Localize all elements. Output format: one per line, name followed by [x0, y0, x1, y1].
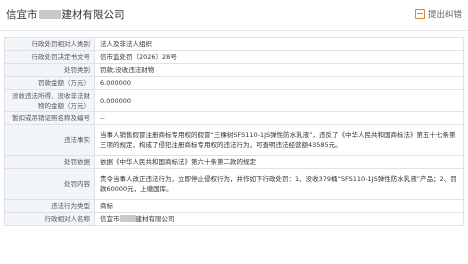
row-value: 法人及非法人组织	[94, 37, 464, 51]
table-row: 处罚内容 责令当事人改正违法行为，立即停止侵权行为，并作如下行政处罚：1、没收3…	[4, 168, 464, 200]
feedback-button[interactable]: 提出纠错	[414, 8, 462, 20]
row-key: 行政处罚决定书文号	[4, 50, 95, 64]
table-row: 违法行为类型 商标	[4, 199, 464, 213]
table-row: 处罚依据 依据《中华人民共和国商标法》第六十条第二款的规定	[4, 155, 464, 169]
table-row: 违法事实 当事人销售假冒注册商标专用权的假冒“三棵树SFS110-1JS弹性防水…	[4, 124, 464, 156]
redacted-name	[38, 10, 61, 19]
page-header: 信宜市 建材有限公司 提出纠错	[0, 0, 468, 31]
row-value: 信市监处罚〔2026〕28号	[94, 50, 464, 64]
row-value: 信宜市 建材有限公司	[94, 212, 464, 226]
row-value: 当事人销售假冒注册商标专用权的假冒“三棵树SFS110-1JS弹性防水乳液”，违…	[94, 124, 464, 156]
table-row: 行政相对人名称 信宜市 建材有限公司	[4, 212, 464, 226]
row-key: 违法事实	[4, 124, 95, 156]
title-suffix: 建材有限公司	[61, 9, 125, 21]
row-key: 处罚类别	[4, 63, 95, 77]
feedback-label: 提出纠错	[427, 10, 462, 20]
row-key: 违法行为类型	[4, 199, 95, 213]
table-row: 暂扣或吊销证照名称及编号 --	[4, 111, 464, 125]
row-value: --	[94, 111, 464, 125]
row-key: 没收违法所得、没收非法财物的金额（万元）	[4, 89, 95, 112]
row-value: 罚款;没收违法财物	[94, 63, 464, 77]
name-suffix: 建材有限公司	[135, 215, 175, 223]
table-row: 行政处罚决定书文号 信市监处罚〔2026〕28号	[4, 50, 464, 64]
row-key: 处罚内容	[4, 168, 95, 200]
row-key: 罚款金额（万元）	[4, 76, 95, 90]
row-value: 6.000000	[94, 76, 464, 90]
row-value: 责令当事人改正违法行为，立即停止侵权行为，并作如下行政处罚：1、没收379桶“S…	[94, 168, 464, 200]
row-key: 暂扣或吊销证照名称及编号	[4, 111, 95, 125]
row-key: 处罚依据	[4, 155, 95, 169]
edit-icon	[414, 9, 425, 19]
table-row: 处罚类别 罚款;没收违法财物	[4, 63, 464, 77]
page-title: 信宜市 建材有限公司	[6, 7, 125, 22]
row-key: 行政相对人名称	[4, 212, 95, 226]
name-prefix: 信宜市	[100, 215, 120, 223]
row-value: 0.000000	[94, 89, 464, 112]
table-row: 罚款金额（万元） 6.000000	[4, 76, 464, 90]
penalty-info-table: 行政处罚相对人类别 法人及非法人组织 行政处罚决定书文号 信市监处罚〔2026〕…	[4, 37, 464, 226]
title-prefix: 信宜市	[6, 9, 38, 21]
row-value: 商标	[94, 199, 464, 213]
redacted-name	[119, 215, 136, 222]
row-value: 依据《中华人民共和国商标法》第六十条第二款的规定	[94, 155, 464, 169]
table-row: 行政处罚相对人类别 法人及非法人组织	[4, 37, 464, 51]
row-key: 行政处罚相对人类别	[4, 37, 95, 51]
table-row: 没收违法所得、没收非法财物的金额（万元） 0.000000	[4, 89, 464, 112]
